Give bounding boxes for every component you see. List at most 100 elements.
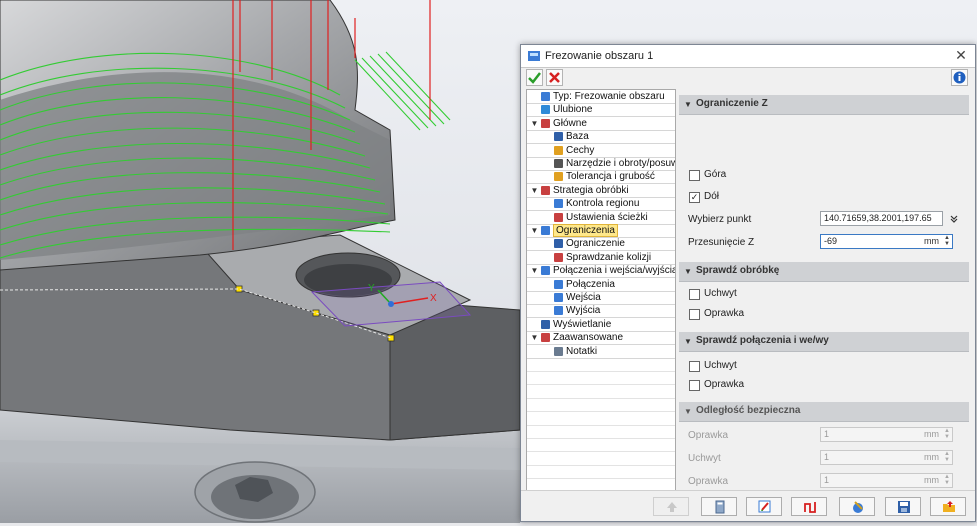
tree-item-label: Narzędzie i obroty/posuwy	[566, 158, 676, 169]
expand-chevron-icon[interactable]: ▼	[530, 118, 539, 129]
info-icon	[953, 71, 966, 84]
load-defaults-button[interactable]	[930, 497, 966, 516]
spinner-icon[interactable]: ▲ ▼	[944, 235, 950, 247]
section-safe-distance-header[interactable]: ▼ Odległość bezpieczna	[679, 402, 969, 422]
tree-item-label: Główne	[553, 117, 587, 129]
save-button[interactable]	[885, 497, 921, 516]
tree-item[interactable]: ▼ Główne	[527, 117, 675, 131]
safe-distance-label: Oprawka	[688, 476, 729, 487]
tree-item[interactable]: Wyświetlanie	[527, 318, 675, 332]
section-title: Sprawdź obróbkę	[696, 265, 780, 276]
safe-distance-label: Oprawka	[688, 430, 729, 441]
bottom-checkbox[interactable]: ✓	[689, 192, 700, 203]
dialog-toolbar	[521, 68, 975, 88]
tree-empty-row	[527, 412, 675, 426]
pick-point-value: 140.71659,38.2001,197.65	[824, 213, 932, 223]
offset-z-field[interactable]: -69 mm ▲ ▼	[820, 234, 953, 249]
section-check-links-header[interactable]: ▼ Sprawdź połączenia i we/wy	[679, 332, 969, 352]
section-title: Odległość bezpieczna	[696, 405, 801, 416]
machining-shank-checkbox[interactable]	[689, 309, 700, 320]
tree-item-label: Cechy	[566, 144, 595, 156]
safe-distance-field[interactable]: 1 mm ▲ ▼	[820, 450, 953, 465]
section-limit-z-header[interactable]: ▼ Ograniczenie Z	[679, 95, 969, 115]
tree-item[interactable]: ▼ Strategia obróbki	[527, 184, 675, 198]
tree-item[interactable]: Typ: Frezowanie obszaru	[527, 90, 675, 104]
spinner-icon[interactable]: ▲ ▼	[944, 474, 950, 486]
tree-item[interactable]: ▼ Zaawansowane	[527, 331, 675, 346]
close-icon[interactable]: ✕	[953, 47, 969, 63]
offset-z-label: Przesunięcie Z	[688, 237, 755, 248]
options-tree[interactable]: Typ: Frezowanie obszaru Ulubione ▼ Główne Ba…	[526, 89, 676, 491]
tree-item[interactable]: Ustawienia ścieżki	[527, 211, 675, 225]
tree-item-label: Notatki	[566, 345, 598, 357]
tree-item-label: Zaawansowane	[553, 332, 624, 344]
tree-item[interactable]: ▼ Połączenia i wejścia/wyjścia	[527, 264, 675, 279]
options-panel: ▼ Ograniczenie Z Góra ✓ Dół Wybierz punk…	[679, 89, 969, 489]
info-button[interactable]	[951, 69, 968, 86]
tree-item[interactable]: Narzędzie i obroty/posuwy	[527, 157, 675, 171]
expand-chevron-icon[interactable]: ▼	[530, 265, 539, 276]
tree-item-label: Baza	[566, 131, 589, 143]
top-checkbox[interactable]	[689, 170, 700, 181]
tree-item[interactable]: Cechy	[527, 144, 675, 158]
links-shank-checkbox[interactable]	[689, 380, 700, 391]
tree-item[interactable]: Baza	[527, 130, 675, 145]
safe-distance-field[interactable]: 1 mm ▲ ▼	[820, 473, 953, 488]
tree-item-label: Ograniczenia	[553, 224, 618, 237]
links-holder-checkbox[interactable]	[689, 361, 700, 372]
origin-marker	[388, 301, 394, 307]
tree-item[interactable]: Ulubione	[527, 103, 675, 118]
tree-item[interactable]: Wejścia	[527, 291, 675, 305]
safe-distance-unit: mm	[924, 475, 939, 485]
tree-item[interactable]: Połączenia	[527, 278, 675, 292]
machining-holder-checkbox[interactable]	[689, 289, 700, 300]
dialog-bottom-toolbar	[521, 490, 975, 521]
ok-button[interactable]	[526, 69, 543, 86]
tree-item[interactable]: Kontrola regionu	[527, 197, 675, 212]
safe-distance-field[interactable]: 1 mm ▲ ▼	[820, 427, 953, 442]
tree-item[interactable]: Notatki	[527, 345, 675, 359]
safe-distance-value: 1	[824, 429, 830, 439]
spinner-icon[interactable]: ▲ ▼	[944, 451, 950, 463]
tree-item[interactable]: Sprawdzanie kolizji	[527, 251, 675, 265]
collapse-triangle-icon: ▼	[684, 407, 692, 416]
tree-item[interactable]: ▼ Ograniczenia	[527, 224, 675, 238]
tree-item[interactable]: Wyjścia	[527, 304, 675, 319]
edit-template-button[interactable]	[746, 497, 782, 516]
calculator-button[interactable]	[701, 497, 737, 516]
spinner-icon[interactable]: ▲ ▼	[944, 428, 950, 440]
links-holder-label: Uchwyt	[704, 360, 737, 371]
expand-chevron-icon[interactable]: ▼	[530, 332, 539, 343]
tree-item[interactable]: Ograniczenie	[527, 237, 675, 252]
expand-chevron-icon[interactable]: ▼	[530, 225, 539, 236]
tree-item[interactable]: Tolerancja i grubość	[527, 170, 675, 185]
section-safe-distance-body: Oprawka 1 mm ▲ ▼ Uchwyt 1 mm ▲ ▼ Oprawka 1…	[679, 422, 969, 489]
arrow-up-icon	[667, 502, 677, 512]
strategy-icon	[541, 185, 550, 195]
toolpath-button[interactable]	[791, 497, 827, 516]
offset-z-value: -69	[824, 236, 838, 246]
link-icon	[554, 279, 563, 289]
floppy-disk-icon	[898, 501, 910, 513]
dialog-titlebar[interactable]: Frezowanie obszaru 1 ✕	[521, 45, 975, 68]
collapse-triangle-icon: ▼	[684, 267, 692, 276]
move-up-button[interactable]	[653, 497, 689, 516]
tree-item-label: Wyświetlanie	[553, 318, 612, 330]
expand-chevron-icon[interactable]: ▼	[530, 185, 539, 196]
milling-dialog: Frezowanie obszaru 1 ✕ Typ: Frezowanie o…	[520, 44, 976, 522]
star-icon	[541, 105, 550, 115]
tree-item-label: Wejścia	[566, 292, 601, 303]
top-label: Góra	[704, 169, 727, 180]
edit-icon	[758, 500, 771, 513]
pick-point-field[interactable]: 140.71659,38.2001,197.65	[820, 211, 943, 226]
section-check-machining-header[interactable]: ▼ Sprawdź obróbkę	[679, 262, 969, 282]
tree-item-label: Połączenia	[566, 278, 615, 290]
cancel-button[interactable]	[546, 69, 563, 86]
tolerance-icon	[554, 172, 563, 182]
simulate-button[interactable]	[839, 497, 875, 516]
tool-icon	[554, 159, 563, 168]
tree-item-label: Typ: Frezowanie obszaru	[553, 91, 665, 102]
double-chevron-down-icon[interactable]	[949, 214, 959, 224]
simulate-icon	[853, 501, 863, 513]
machining-shank-label: Oprawka	[704, 308, 745, 319]
